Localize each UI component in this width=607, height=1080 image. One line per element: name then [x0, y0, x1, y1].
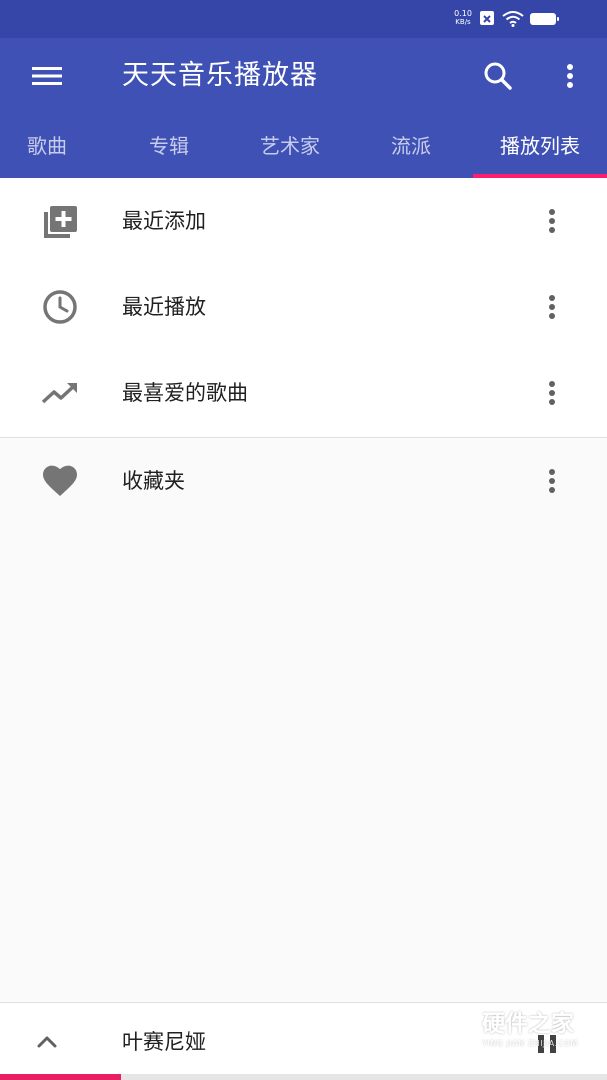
list-item[interactable]: 最喜爱的歌曲 [0, 350, 607, 436]
trending-up-icon [40, 375, 80, 411]
playback-progress-fill [0, 1074, 122, 1080]
tab-playlists[interactable]: 播放列表 [473, 114, 607, 178]
watermark-text: 硬件之家 [482, 1011, 574, 1037]
search-button[interactable] [478, 56, 518, 96]
tab-genres[interactable]: 流派 [352, 114, 470, 178]
list-item-label: 最近添加 [122, 209, 206, 233]
clock-icon [40, 289, 80, 325]
now-playing-title: 叶赛尼娅 [122, 1030, 206, 1054]
more-vert-icon[interactable] [538, 376, 566, 410]
wifi-icon [502, 11, 524, 31]
app-toolbar: 天天音乐播放器 [0, 38, 607, 114]
watermark: 硬件之家 YING JIAN ZHIJIA.COM [438, 1008, 598, 1056]
expand-player-button[interactable] [30, 1027, 64, 1057]
more-vert-icon[interactable] [538, 290, 566, 324]
list-item-label: 最喜爱的歌曲 [122, 381, 248, 405]
tab-songs[interactable]: 歌曲 [0, 114, 94, 178]
tab-artists[interactable]: 艺术家 [230, 114, 350, 178]
watermark-subtext: YING JIAN ZHIJIA.COM [482, 1039, 578, 1048]
battery-icon [530, 13, 559, 25]
menu-button[interactable] [27, 58, 67, 94]
tab-bar: 歌曲 专辑 艺术家 流派 播放列表 [0, 114, 607, 178]
more-vert-icon [567, 64, 573, 88]
overflow-menu-button[interactable] [552, 56, 588, 96]
menu-icon [32, 67, 62, 85]
list-item[interactable]: 收藏夹 [0, 438, 607, 524]
app-title: 天天音乐播放器 [122, 60, 318, 91]
heart-icon [40, 463, 80, 499]
network-speed-value: 0.10 [454, 9, 472, 18]
watermark-logo-icon [438, 1008, 478, 1054]
network-speed-unit: KB/s [455, 18, 471, 26]
chevron-up-icon [37, 1036, 57, 1048]
more-vert-icon[interactable] [538, 464, 566, 498]
playlist-add-icon [40, 203, 80, 239]
tab-albums[interactable]: 专辑 [110, 114, 228, 178]
playback-progress-bar[interactable] [0, 1074, 607, 1080]
list-item-label: 收藏夹 [122, 469, 185, 493]
music-app: 0.10 KB/s 天天音乐播放器 歌曲 专辑 艺术家 流派 播放列表 最近添加… [0, 0, 607, 1080]
notification-icon [480, 11, 494, 25]
list-item[interactable]: 最近添加 [0, 178, 607, 264]
playlist-list: 最近添加 最近播放 最喜爱的歌曲 [0, 178, 607, 438]
status-bar: 0.10 KB/s [0, 0, 607, 38]
list-item[interactable]: 最近播放 [0, 264, 607, 350]
list-item-label: 最近播放 [122, 295, 206, 319]
more-vert-icon[interactable] [538, 204, 566, 238]
search-icon [484, 62, 512, 90]
network-speed: 0.10 KB/s [450, 9, 476, 27]
